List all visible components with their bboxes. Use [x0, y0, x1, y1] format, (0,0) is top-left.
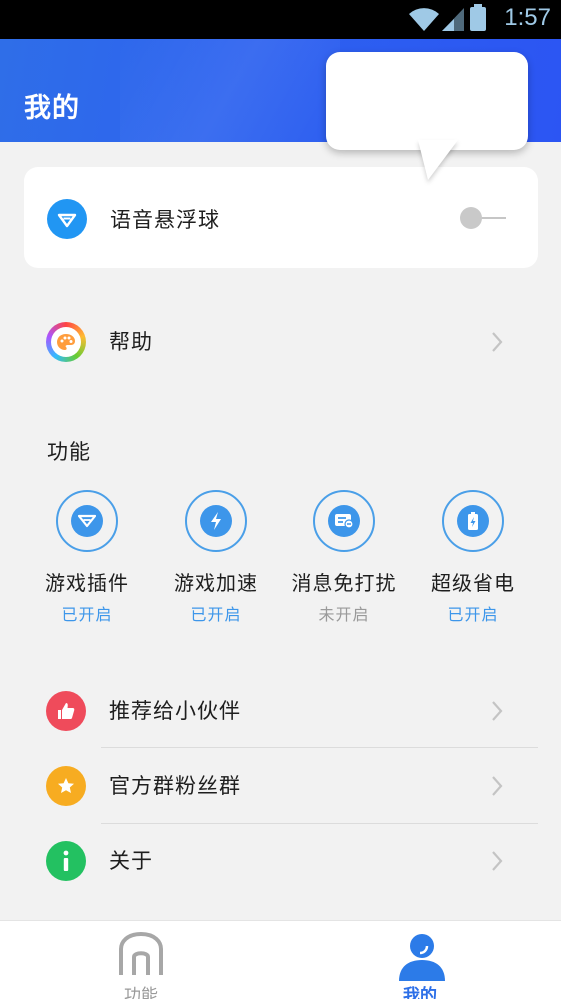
list-item-label: 推荐给小伙伴: [109, 699, 241, 723]
battery-bolt-icon: [457, 505, 489, 537]
nav-label: 功能: [124, 986, 158, 999]
chevron-right-icon: [492, 332, 503, 352]
help-row[interactable]: 帮助: [0, 305, 561, 379]
features-section-title: 功能: [47, 440, 91, 464]
feature-message-mute[interactable]: 消息免打扰 未开启: [280, 490, 408, 630]
about-row[interactable]: 关于: [0, 824, 561, 898]
tooltip-bubble-tail: [418, 140, 458, 180]
diamond-icon: [71, 505, 103, 537]
info-icon: [46, 841, 86, 881]
home-icon: [119, 931, 163, 975]
tooltip-bubble: [326, 52, 528, 150]
list-item-label: 官方群粉丝群: [109, 774, 241, 798]
status-bar: 1:57: [0, 0, 561, 39]
wifi-icon: [409, 8, 439, 32]
toggle-knob: [460, 207, 482, 229]
feature-ring: [56, 490, 118, 552]
feature-ring: [442, 490, 504, 552]
bottom-nav: 功能 我的: [0, 920, 561, 999]
person-icon: [399, 934, 445, 981]
voice-ball-toggle[interactable]: [460, 207, 508, 229]
voice-ball-icon: [47, 199, 87, 239]
page-title: 我的: [24, 93, 80, 124]
voice-ball-label: 语音悬浮球: [110, 208, 220, 232]
chevron-right-icon: [492, 851, 503, 871]
fan-group-row[interactable]: 官方群粉丝群: [0, 749, 561, 823]
feature-status: 已开启: [61, 605, 113, 624]
feature-status: 已开启: [190, 605, 242, 624]
message-mute-icon: [328, 505, 360, 537]
divider: [101, 747, 538, 748]
thumbs-up-icon: [46, 691, 86, 731]
nav-label: 我的: [403, 986, 437, 999]
feature-label: 消息免打扰: [291, 571, 397, 595]
chevron-right-icon: [492, 776, 503, 796]
feature-label: 超级省电: [431, 571, 515, 595]
clock: 1:57: [504, 4, 551, 31]
palette-icon: [46, 322, 86, 362]
feature-label: 游戏插件: [45, 571, 129, 595]
feature-ring: [313, 490, 375, 552]
feature-label: 游戏加速: [174, 571, 258, 595]
feature-ring: [185, 490, 247, 552]
recommend-row[interactable]: 推荐给小伙伴: [0, 674, 561, 748]
battery-icon: [470, 4, 486, 31]
feature-status: 未开启: [318, 605, 370, 624]
feature-game-plugin[interactable]: 游戏插件 已开启: [23, 490, 151, 630]
nav-tab-mine[interactable]: 我的: [320, 921, 520, 999]
feature-game-boost[interactable]: 游戏加速 已开启: [152, 490, 280, 630]
star-icon: [46, 766, 86, 806]
signal-icon: [442, 8, 464, 31]
help-label: 帮助: [109, 330, 153, 354]
chevron-right-icon: [492, 701, 503, 721]
voice-ball-card[interactable]: 语音悬浮球: [24, 167, 538, 268]
list-item-label: 关于: [109, 849, 153, 873]
nav-tab-features[interactable]: 功能: [41, 921, 241, 999]
feature-status: 已开启: [447, 605, 499, 624]
lightning-icon: [200, 505, 232, 537]
feature-power-saving[interactable]: 超级省电 已开启: [409, 490, 537, 630]
